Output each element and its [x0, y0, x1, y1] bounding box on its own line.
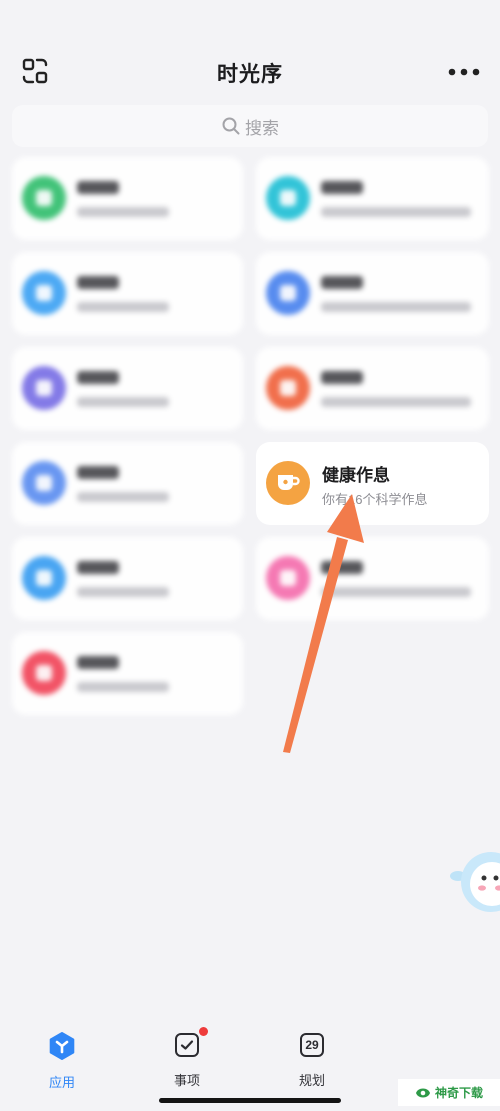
cup-icon	[266, 461, 310, 505]
tab-label: 应用	[48, 1075, 75, 1090]
home-indicator	[159, 1098, 341, 1103]
search-icon	[222, 117, 240, 135]
more-button[interactable]	[446, 62, 482, 82]
search-placeholder: 搜索	[245, 118, 279, 138]
blurred-app-subtitle	[321, 397, 471, 407]
search-bar[interactable]: 搜索	[12, 105, 488, 147]
app-card[interactable]	[256, 347, 489, 430]
app-card[interactable]	[256, 537, 489, 620]
app-icon	[22, 271, 66, 315]
blurred-app-title	[321, 371, 363, 384]
blurred-app-subtitle	[77, 492, 169, 502]
app-card[interactable]	[12, 442, 243, 525]
app-icon	[266, 556, 310, 600]
blurred-app-subtitle	[77, 682, 169, 692]
blurred-app-title	[77, 181, 119, 194]
tab-tasks[interactable]: 事项	[147, 1027, 227, 1089]
blurred-app-subtitle	[77, 302, 169, 312]
tab-planning[interactable]: 29 规划	[272, 1031, 352, 1089]
blurred-app-title	[77, 466, 119, 479]
check-square-icon	[172, 1027, 208, 1059]
watermark-logo-icon	[415, 1088, 430, 1097]
page-title: 时光序	[217, 63, 283, 86]
watermark-text: 神奇下载	[434, 1086, 483, 1100]
blurred-app-title	[321, 276, 363, 289]
app-icon	[22, 556, 66, 600]
mascot-icon	[450, 852, 500, 912]
blurred-app-title	[321, 181, 363, 194]
blurred-app-title	[77, 561, 119, 574]
app-icon	[266, 271, 310, 315]
app-icon	[22, 461, 66, 505]
app-icon	[266, 176, 310, 220]
app-card[interactable]	[12, 252, 243, 335]
tab-apps[interactable]: 应用	[22, 1031, 102, 1090]
blurred-app-subtitle	[77, 397, 169, 407]
calendar-date: 29	[300, 1033, 324, 1057]
blurred-app-title	[321, 561, 363, 574]
notification-badge	[199, 1027, 208, 1036]
blurred-app-title	[77, 276, 119, 289]
app-grid: 健康作息 你有16个科学作息	[12, 157, 489, 715]
tab-label: 规划	[298, 1073, 325, 1088]
calendar-icon: 29	[297, 1031, 327, 1059]
app-icon	[22, 176, 66, 220]
app-card-health-schedule[interactable]: 健康作息 你有16个科学作息	[256, 442, 489, 525]
app-card[interactable]	[256, 157, 489, 240]
app-card[interactable]	[12, 157, 243, 240]
blurred-app-subtitle	[321, 587, 471, 597]
blurred-app-subtitle	[321, 302, 471, 312]
app-icon	[22, 651, 66, 695]
tab-label: 事项	[173, 1073, 200, 1088]
app-icon	[22, 366, 66, 410]
more-dots-icon	[448, 68, 480, 76]
blurred-app-subtitle	[77, 207, 169, 217]
app-card[interactable]	[12, 632, 243, 715]
app-card[interactable]	[256, 252, 489, 335]
mascot-float-button[interactable]	[446, 846, 500, 916]
app-subtitle: 你有16个科学作息	[322, 492, 428, 507]
blurred-app-title	[77, 371, 119, 384]
watermark: 神奇下载	[398, 1079, 500, 1106]
apps-hexagon-icon	[47, 1031, 77, 1061]
app-card[interactable]	[12, 347, 243, 430]
app-card[interactable]	[12, 537, 243, 620]
app-title: 健康作息	[322, 466, 390, 485]
app-icon	[266, 366, 310, 410]
blurred-app-title	[77, 656, 119, 669]
blurred-app-subtitle	[321, 207, 471, 217]
blurred-app-subtitle	[77, 587, 169, 597]
